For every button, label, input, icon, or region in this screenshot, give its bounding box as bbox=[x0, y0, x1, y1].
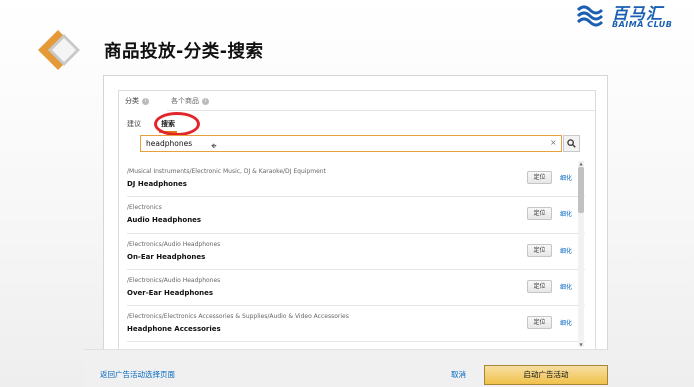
target-button[interactable]: 定位 bbox=[527, 207, 552, 221]
list-item: /Electronics/Audio Headphones Over-Ear H… bbox=[127, 270, 585, 307]
brand-logo: 百马汇 BAIMA CLUB bbox=[576, 0, 688, 34]
category-path: /Electronics bbox=[127, 204, 162, 212]
target-button[interactable]: 定位 bbox=[527, 316, 552, 330]
target-button[interactable]: 定位 bbox=[527, 171, 552, 184]
slide-logo-diamond-icon bbox=[38, 30, 80, 70]
refine-link[interactable]: 细化 bbox=[560, 282, 572, 291]
wave-icon bbox=[576, 5, 604, 27]
footer-bar: 返回广告活动选择页面 取消 启动广告活动 bbox=[84, 349, 608, 387]
category-path: /Electronics/Electronics Accessories & S… bbox=[127, 313, 349, 321]
results-scrollbar[interactable]: ▲ ▼ bbox=[578, 161, 584, 347]
list-item: /Musical Instruments/Electronic Music, D… bbox=[127, 161, 585, 198]
clear-icon[interactable]: × bbox=[550, 138, 557, 147]
category-name: Over-Ear Headphones bbox=[127, 288, 214, 297]
target-button[interactable]: 定位 bbox=[527, 279, 552, 293]
refine-link[interactable]: 细化 bbox=[560, 246, 572, 255]
tab-suggested[interactable]: 建议 bbox=[127, 119, 141, 129]
target-button[interactable]: 定位 bbox=[527, 243, 552, 257]
targeting-panel: 分类 i 各个商品 i 建议 搜索 × ⌖ bbox=[118, 90, 596, 360]
cancel-link[interactable]: 取消 bbox=[451, 369, 466, 380]
search-row: × ⌖ bbox=[140, 135, 580, 152]
scroll-down-icon[interactable]: ▼ bbox=[578, 342, 584, 347]
brand-name-en: BAIMA CLUB bbox=[612, 20, 673, 29]
category-path: /Musical Instruments/Electronic Music, D… bbox=[127, 168, 326, 175]
category-name: DJ Headphones bbox=[127, 180, 187, 188]
tab-individual-products-label: 各个商品 bbox=[171, 97, 199, 105]
launch-campaign-button[interactable]: 启动广告活动 bbox=[484, 365, 608, 385]
info-icon: i bbox=[202, 97, 209, 105]
targeting-tabs: 分类 i 各个商品 i bbox=[119, 91, 595, 112]
refine-link[interactable]: 细化 bbox=[560, 318, 572, 327]
search-button[interactable] bbox=[563, 135, 580, 152]
list-item: /Electronics/Electronics Accessories & S… bbox=[127, 306, 585, 343]
category-path: /Electronics/Audio Headphones bbox=[127, 240, 221, 248]
search-input[interactable] bbox=[140, 135, 562, 152]
highlight-circle bbox=[154, 112, 200, 136]
refine-link[interactable]: 细化 bbox=[560, 173, 572, 182]
refine-link[interactable]: 细化 bbox=[560, 209, 572, 218]
info-icon: i bbox=[142, 97, 149, 105]
list-item: /Electronics Audio Headphones 定位 细化 bbox=[127, 197, 585, 234]
slide-title: 商品投放-分类-搜索 bbox=[104, 42, 264, 62]
tab-category[interactable]: 分类 i bbox=[125, 96, 149, 106]
scroll-thumb[interactable] bbox=[578, 167, 584, 213]
category-name: On-Ear Headphones bbox=[127, 252, 206, 261]
tab-individual-products[interactable]: 各个商品 i bbox=[171, 96, 209, 106]
search-icon bbox=[567, 139, 576, 148]
back-to-campaign-link[interactable]: 返回广告活动选择页面 bbox=[100, 369, 175, 380]
category-path: /Electronics/Audio Headphones bbox=[127, 276, 221, 284]
screenshot-frame: 分类 i 各个商品 i 建议 搜索 × ⌖ bbox=[103, 75, 608, 387]
category-results-list: /Musical Instruments/Electronic Music, D… bbox=[127, 161, 585, 347]
category-name: Audio Headphones bbox=[127, 216, 202, 225]
scroll-up-icon[interactable]: ▲ bbox=[578, 161, 584, 166]
tab-category-label: 分类 bbox=[125, 97, 139, 105]
active-tab-indicator bbox=[119, 110, 167, 112]
list-item: /Electronics/Audio Headphones On-Ear Hea… bbox=[127, 234, 585, 270]
mouse-cursor-icon: ⌖ bbox=[211, 141, 217, 152]
category-name: Headphone Accessories bbox=[127, 325, 221, 334]
